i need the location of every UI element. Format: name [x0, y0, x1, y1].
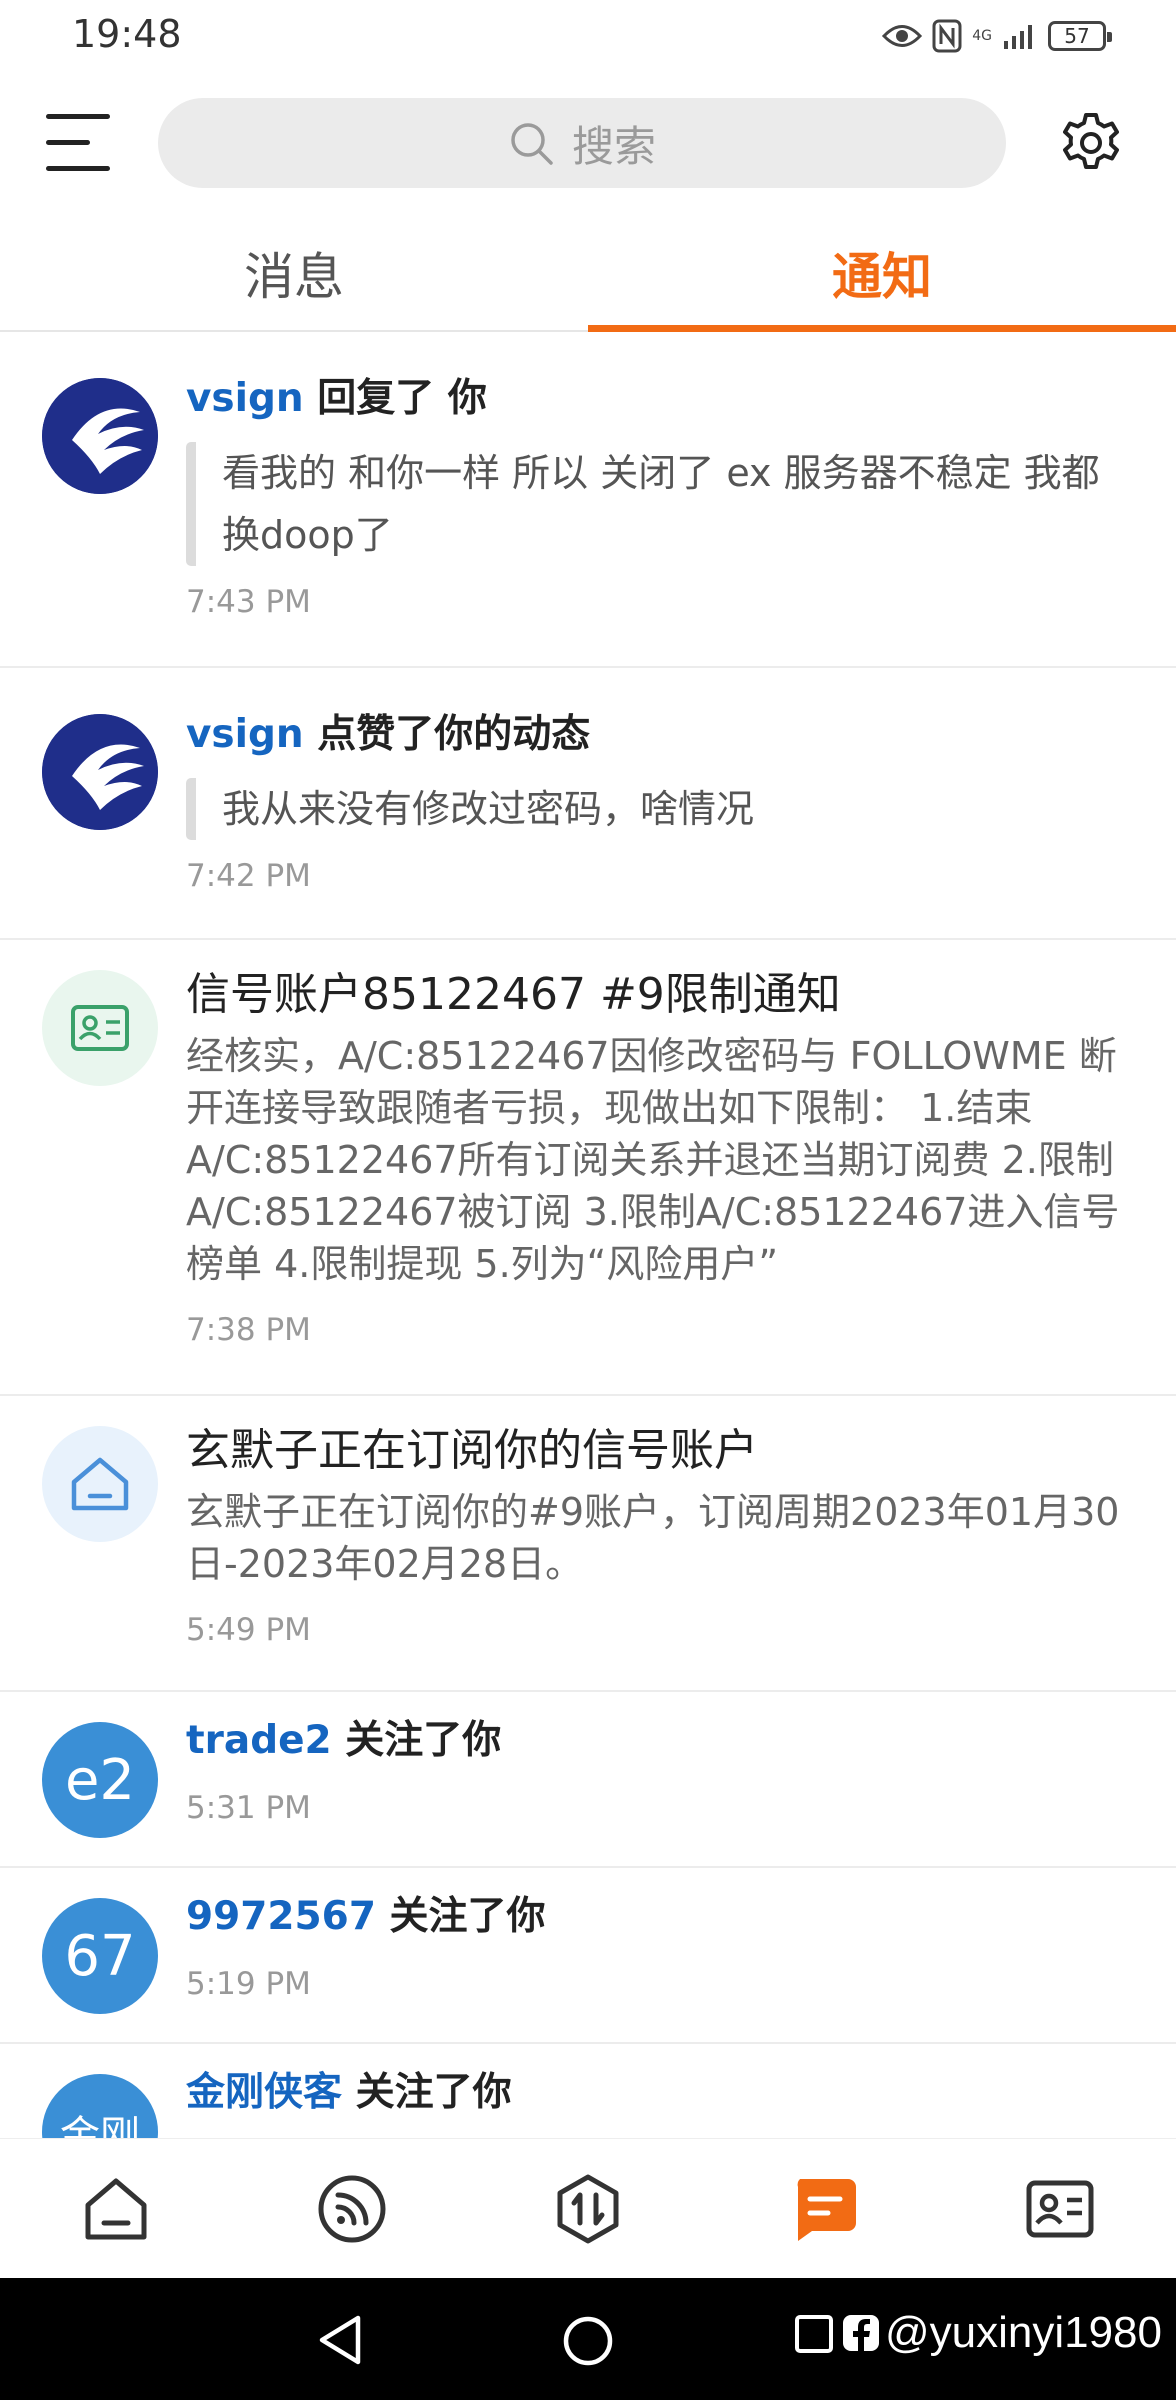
action-text: 关注了你 — [345, 1718, 502, 1763]
bird-logo-icon — [42, 714, 158, 830]
avatar — [42, 1426, 158, 1542]
settings-button[interactable] — [1058, 110, 1124, 176]
action-text: 点赞了你的动态 — [317, 712, 591, 757]
nfc-icon — [932, 19, 962, 53]
notification-content: trade2 关注了你 5:31 PM — [186, 1714, 1136, 1826]
nav-feed[interactable] — [316, 2173, 388, 2245]
home-circle-icon[interactable] — [562, 2315, 614, 2367]
avatar[interactable]: e2 — [42, 1722, 158, 1838]
notification-heading: trade2 关注了你 — [186, 1714, 1136, 1768]
notification-title: 信号账户85122467 #9限制通知 — [186, 969, 841, 1020]
bird-logo-icon — [42, 378, 158, 494]
nav-trade[interactable] — [552, 2173, 624, 2245]
notification-content: 9972567 关注了你 5:19 PM — [186, 1890, 1136, 2002]
feed-icon — [318, 2175, 386, 2243]
watermark-text: @yuxinyi1980 — [884, 2308, 1162, 2357]
timestamp: 7:42 PM — [186, 858, 311, 894]
timestamp: 5:49 PM — [186, 1612, 311, 1648]
watermark: @yuxinyi1980 — [793, 2308, 1162, 2358]
status-icons: 4G 57 — [882, 14, 1112, 58]
notification-content: vsign 回复了 你 看我的 和你一样 所以 关闭了 ex 服务器不稳定 我都… — [186, 372, 1136, 620]
menu-icon-line — [46, 140, 90, 145]
signal-icon — [1004, 25, 1032, 49]
user-link[interactable]: vsign — [186, 376, 304, 421]
quoted-text[interactable]: 我从来没有修改过密码，啥情况 — [186, 778, 1136, 840]
avatar[interactable]: 金刚 — [42, 2074, 158, 2138]
notification-item[interactable]: vsign 回复了 你 看我的 和你一样 所以 关闭了 ex 服务器不稳定 我都… — [0, 332, 1176, 668]
back-icon[interactable] — [316, 2314, 366, 2366]
avatar — [42, 970, 158, 1086]
nav-home[interactable] — [80, 2173, 152, 2245]
user-link[interactable]: 金刚侠客 — [186, 2070, 342, 2115]
menu-icon-line — [46, 166, 110, 171]
user-link[interactable]: trade2 — [186, 1718, 332, 1763]
user-link[interactable]: vsign — [186, 712, 304, 757]
user-link[interactable]: 9972567 — [186, 1894, 376, 1939]
notification-list[interactable]: vsign 回复了 你 看我的 和你一样 所以 关闭了 ex 服务器不稳定 我都… — [0, 332, 1176, 2138]
notification-body: 玄默子正在订阅你的#9账户，订阅周期2023年01月30日-2023年02月28… — [186, 1490, 1120, 1586]
notification-heading: 金刚侠客 关注了你 — [186, 2066, 1136, 2120]
notification-heading: 9972567 关注了你 — [186, 1890, 1136, 1944]
facebook-icon — [842, 2315, 879, 2351]
notification-title: 玄默子正在订阅你的信号账户 — [186, 1425, 758, 1476]
notification-heading: vsign 回复了 你 — [186, 372, 1136, 426]
profile-card-icon — [1026, 2180, 1094, 2238]
search-placeholder: 搜索 — [571, 121, 656, 171]
recent-apps-icon[interactable] — [793, 2311, 837, 2355]
menu-button[interactable] — [46, 114, 110, 172]
notification-heading: vsign 点赞了你的动态 — [186, 708, 1136, 762]
home-icon — [85, 2178, 147, 2240]
search-input[interactable]: 搜索 — [158, 98, 1006, 188]
top-bar: 搜索 — [0, 96, 1176, 190]
battery-icon: 57 — [1048, 21, 1112, 51]
notification-item[interactable]: 67 9972567 关注了你 5:19 PM — [0, 1868, 1176, 2044]
notification-item[interactable]: 玄默子正在订阅你的信号账户 玄默子正在订阅你的#9账户，订阅周期2023年01月… — [0, 1396, 1176, 1692]
active-tab-indicator — [588, 325, 1176, 332]
notification-content: vsign 点赞了你的动态 我从来没有修改过密码，啥情况 7:42 PM — [186, 708, 1136, 894]
trade-icon — [557, 2174, 619, 2244]
notification-item[interactable]: e2 trade2 关注了你 5:31 PM — [0, 1692, 1176, 1868]
eye-icon — [882, 25, 923, 47]
gear-icon — [1063, 113, 1119, 169]
search-icon — [511, 123, 553, 165]
timestamp: 7:38 PM — [186, 1312, 311, 1348]
notification-content: 玄默子正在订阅你的信号账户 玄默子正在订阅你的#9账户，订阅周期2023年01月… — [186, 1422, 1136, 1648]
home-outline-icon — [71, 1457, 129, 1511]
id-card-icon — [71, 1005, 129, 1051]
system-navigation-bar: @yuxinyi1980 — [0, 2278, 1176, 2400]
action-text: 回复了 你 — [317, 376, 487, 421]
notification-body: 经核实，A/C:85122467因修改密码与 FOLLOWME 断开连接导致跟随… — [186, 1034, 1120, 1286]
timestamp: 5:31 PM — [186, 1790, 311, 1826]
status-time: 19:48 — [72, 12, 182, 56]
action-text: 关注了你 — [355, 2070, 512, 2115]
notification-content: 信号账户85122467 #9限制通知 经核实，A/C:85122467因修改密… — [186, 966, 1136, 1348]
notification-item[interactable]: 信号账户85122467 #9限制通知 经核实，A/C:85122467因修改密… — [0, 940, 1176, 1396]
menu-icon-line — [46, 114, 110, 119]
avatar[interactable] — [42, 378, 158, 494]
tab-messages[interactable]: 消息 — [0, 216, 588, 330]
notification-item[interactable]: 金刚 金刚侠客 关注了你 — [0, 2044, 1176, 2138]
action-text: 关注了你 — [389, 1894, 546, 1939]
notification-item[interactable]: vsign 点赞了你的动态 我从来没有修改过密码，啥情况 7:42 PM — [0, 668, 1176, 940]
avatar[interactable]: 67 — [42, 1898, 158, 2014]
nav-profile[interactable] — [1024, 2173, 1096, 2245]
timestamp: 7:43 PM — [186, 584, 311, 620]
message-icon — [797, 2179, 856, 2241]
network-type: 4G — [972, 28, 992, 44]
bottom-navigation — [0, 2138, 1176, 2279]
avatar[interactable] — [42, 714, 158, 830]
nav-messages[interactable] — [788, 2173, 860, 2245]
timestamp: 5:19 PM — [186, 1966, 311, 2002]
tab-notifications[interactable]: 通知 — [588, 216, 1176, 330]
notification-content: 金刚侠客 关注了你 — [186, 2066, 1136, 2120]
tab-bar: 消息 通知 — [0, 216, 1176, 332]
quoted-text[interactable]: 看我的 和你一样 所以 关闭了 ex 服务器不稳定 我都换doop了 — [186, 442, 1136, 566]
battery-level: 57 — [1064, 24, 1090, 48]
status-bar: 19:48 4G 57 — [0, 0, 1176, 72]
